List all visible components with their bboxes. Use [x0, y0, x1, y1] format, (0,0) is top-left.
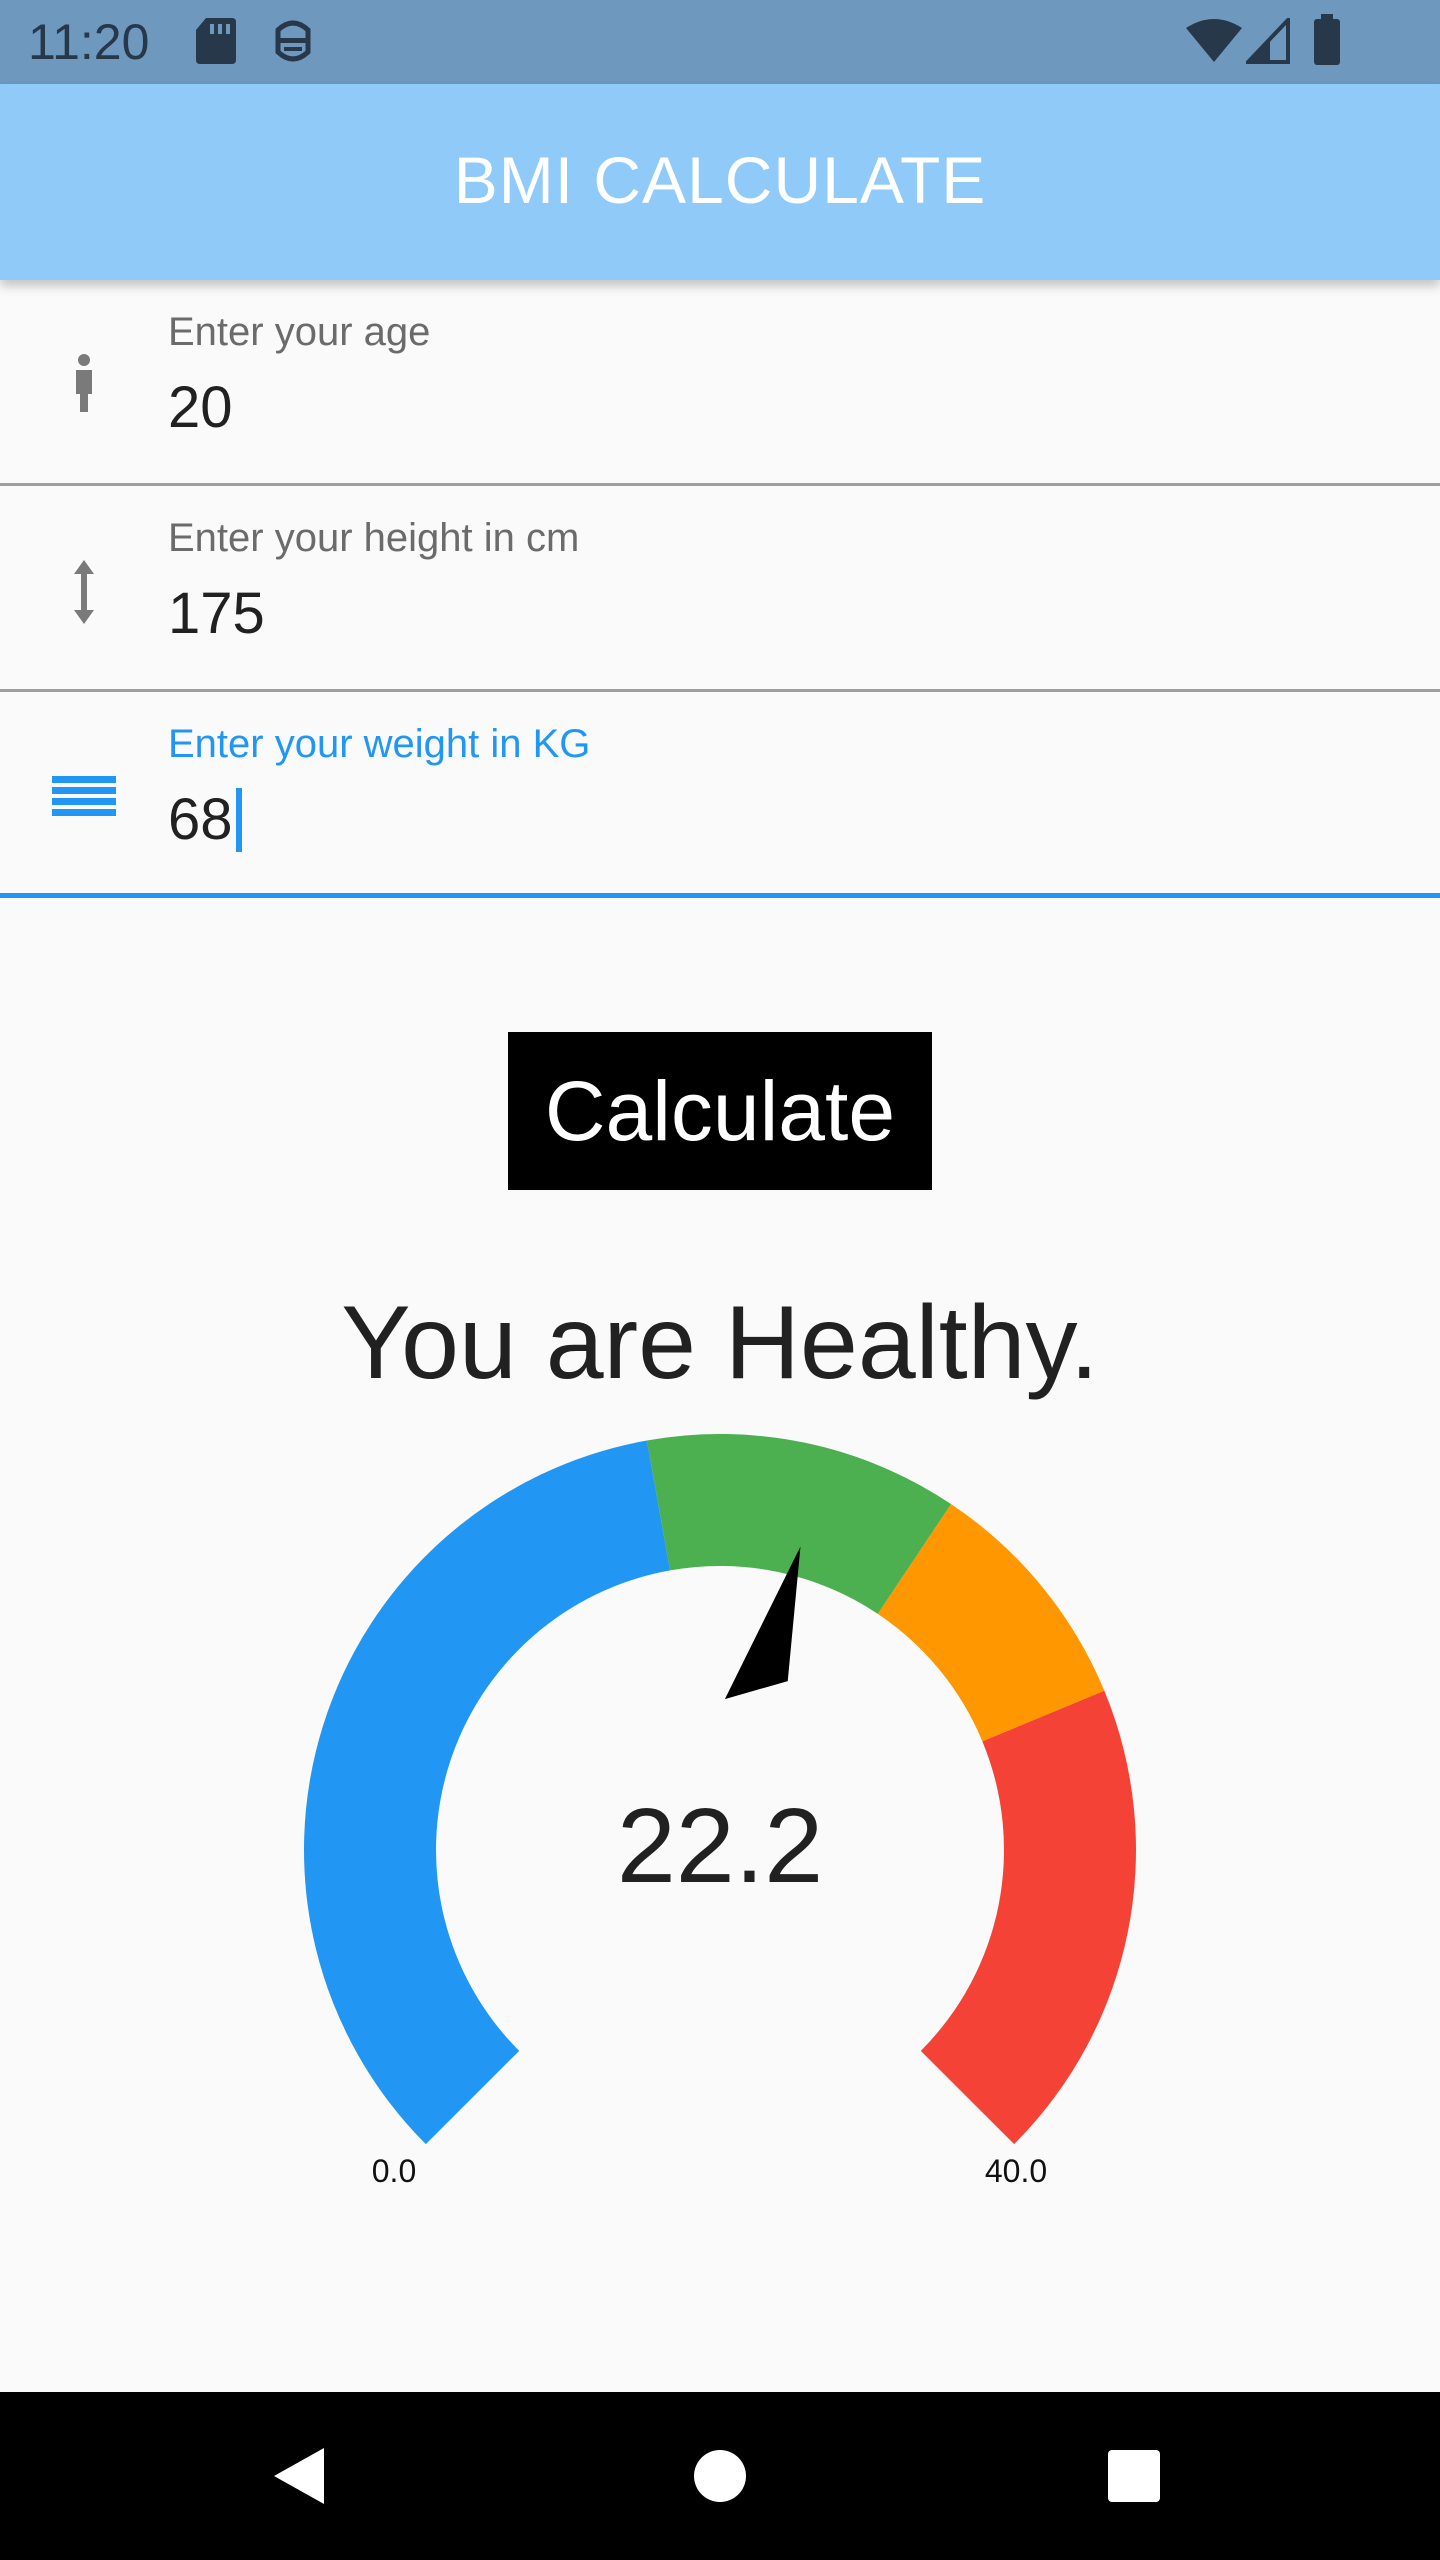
weight-input[interactable]: 68: [168, 786, 242, 853]
vertical-arrows-icon: [48, 556, 120, 628]
lines-icon: [48, 762, 120, 834]
gauge-max-label: 40.0: [985, 2153, 1047, 2189]
weight-field[interactable]: Enter your weight in KG 68: [0, 692, 1440, 898]
age-label: Enter your age: [168, 310, 431, 354]
recents-icon[interactable]: [1090, 2432, 1178, 2520]
sd-card-icon: [194, 16, 238, 71]
calculate-button[interactable]: Calculate: [508, 1032, 932, 1190]
cell-signal-icon: [1243, 15, 1290, 69]
nav-bar: [0, 2392, 1440, 2560]
person-icon: [48, 350, 120, 422]
weight-label: Enter your weight in KG: [168, 722, 591, 766]
text-caret: [235, 787, 242, 852]
gauge-value: 22.2: [617, 1787, 823, 1905]
status-bar: 11:20: [0, 0, 1440, 84]
age-input[interactable]: 20: [168, 374, 233, 441]
app-title: BMI CALCULATE: [453, 143, 987, 217]
home-icon[interactable]: [676, 2432, 764, 2520]
android-debug-icon: [272, 16, 314, 71]
result-message: You are Healthy.: [341, 1285, 1099, 1401]
bmi-screen: 11:20 BMI CALCULATE Enter your age 20 En…: [0, 0, 1440, 2560]
gauge-min-label: 0.0: [372, 2153, 416, 2189]
back-icon[interactable]: [256, 2432, 344, 2520]
height-input[interactable]: 175: [168, 580, 265, 647]
gauge-range-0: [303, 1440, 671, 2145]
weight-underline: [0, 893, 1440, 898]
height-value: 175: [168, 581, 265, 646]
height-field[interactable]: Enter your height in cm 175: [0, 486, 1440, 692]
age-value: 20: [168, 375, 233, 440]
weight-value: 68: [168, 787, 233, 852]
bmi-gauge: 22.2 0.0 40.0: [303, 1434, 1136, 2189]
battery-icon: [1312, 14, 1342, 71]
height-label: Enter your height in cm: [168, 516, 580, 560]
app-bar: BMI CALCULATE: [0, 84, 1440, 280]
gauge-range-3: [920, 1690, 1136, 2145]
age-field[interactable]: Enter your age 20: [0, 280, 1440, 486]
wifi-icon: [1186, 18, 1242, 69]
status-time: 11:20: [28, 14, 150, 70]
